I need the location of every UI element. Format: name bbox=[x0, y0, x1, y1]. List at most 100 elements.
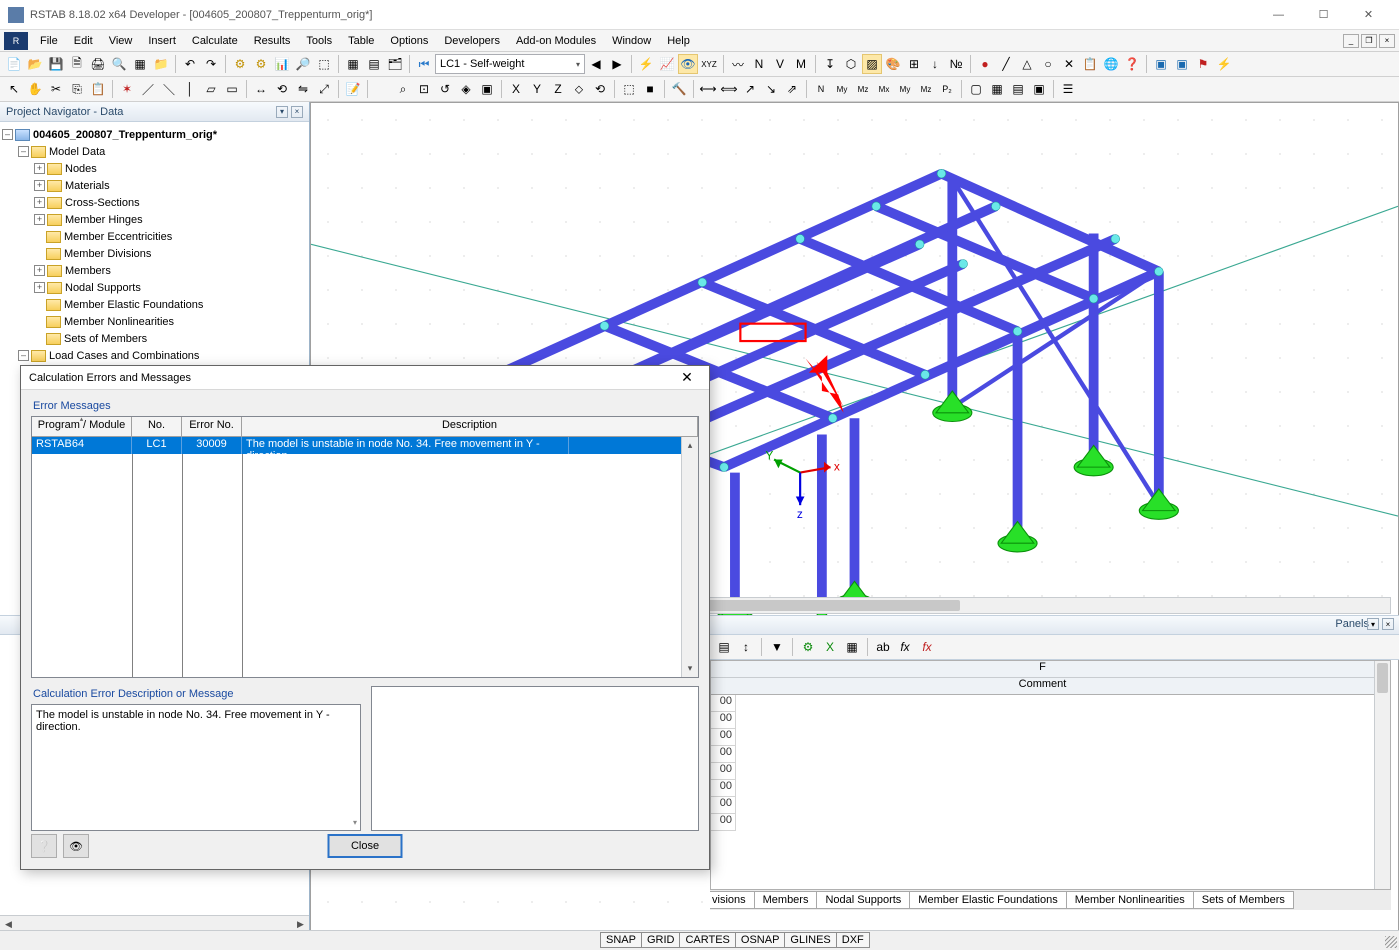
window-new-icon[interactable]: ▢ bbox=[966, 79, 986, 99]
view-x-icon[interactable]: X bbox=[506, 79, 526, 99]
menu-developers[interactable]: Developers bbox=[436, 33, 508, 49]
tree-nonlinearities[interactable]: Member Nonlinearities bbox=[64, 316, 174, 328]
status-osnap-button[interactable]: OSNAP bbox=[735, 932, 786, 948]
guide3-icon[interactable]: ⇗ bbox=[782, 79, 802, 99]
data-table[interactable]: F Comment 00 00 00 00 00 00 00 00 bbox=[710, 660, 1391, 890]
table-cell[interactable]: 00 bbox=[711, 814, 736, 831]
save-as-icon[interactable]: 🗎 bbox=[67, 54, 87, 74]
color-icon[interactable]: 🎨 bbox=[883, 54, 903, 74]
results-icon[interactable]: 📊 bbox=[272, 54, 292, 74]
cross-tool-icon[interactable]: ✕ bbox=[1059, 54, 1079, 74]
menu-window[interactable]: Window bbox=[604, 33, 659, 49]
status-dxf-button[interactable]: DXF bbox=[836, 932, 870, 948]
scale-icon[interactable]: ⤢ bbox=[314, 79, 334, 99]
member-tool-icon[interactable]: ╱ bbox=[996, 54, 1016, 74]
calculate-all-icon[interactable]: ⚙ bbox=[251, 54, 271, 74]
zoom-window-icon[interactable]: ⊡ bbox=[414, 79, 434, 99]
support-reaction-icon[interactable]: ↧ bbox=[820, 54, 840, 74]
label-mz-icon[interactable]: Mz bbox=[853, 79, 873, 99]
label-my2-icon[interactable]: My bbox=[895, 79, 915, 99]
tree-materials[interactable]: Materials bbox=[65, 180, 110, 192]
numbering-icon[interactable]: № bbox=[946, 54, 966, 74]
window-cascade-icon[interactable]: ▤ bbox=[1008, 79, 1028, 99]
new-icon[interactable]: 📄 bbox=[4, 54, 24, 74]
grid-icon[interactable]: ▦ bbox=[343, 54, 363, 74]
tree-nodal-supports[interactable]: Nodal Supports bbox=[65, 282, 141, 294]
v-force-icon[interactable]: V bbox=[770, 54, 790, 74]
maximize-button[interactable]: ☐ bbox=[1301, 0, 1346, 30]
window-close-icon[interactable]: ▣ bbox=[1029, 79, 1049, 99]
error-help-button[interactable]: ❔ bbox=[31, 834, 57, 858]
tree-elastic-found[interactable]: Member Elastic Foundations bbox=[64, 299, 203, 311]
error-eye-button[interactable]: 👁 bbox=[63, 834, 89, 858]
view-iso-icon[interactable]: ⬦ bbox=[569, 79, 589, 99]
error-grid-scrollbar[interactable]: ▴ ▾ bbox=[681, 437, 698, 677]
tree-member-div[interactable]: Member Divisions bbox=[64, 248, 151, 260]
error-col-no[interactable]: No. bbox=[132, 417, 182, 436]
view-z-icon[interactable]: Z bbox=[548, 79, 568, 99]
table-units-icon[interactable]: ab bbox=[873, 637, 893, 657]
sheet-tab-nodal-supports[interactable]: Nodal Supports bbox=[816, 891, 910, 909]
mdi-minimize-button[interactable]: _ bbox=[1343, 34, 1359, 48]
tree-load-cases[interactable]: Load Cases and Combinations bbox=[49, 350, 199, 362]
open-icon[interactable]: 📂 bbox=[25, 54, 45, 74]
loadcase-next-icon[interactable]: ▶ bbox=[607, 54, 627, 74]
table-v-scrollbar[interactable] bbox=[1374, 661, 1390, 889]
table-cell[interactable]: 00 bbox=[711, 695, 736, 712]
mdi-restore-button[interactable]: ❐ bbox=[1361, 34, 1377, 48]
paste-icon[interactable]: 📋 bbox=[88, 79, 108, 99]
navigator-icon[interactable]: 🗂 bbox=[385, 54, 405, 74]
pointer-icon[interactable]: ↖ bbox=[4, 79, 24, 99]
menu-calculate[interactable]: Calculate bbox=[184, 33, 246, 49]
table-cell[interactable]: 00 bbox=[711, 712, 736, 729]
text-icon[interactable]: 📝 bbox=[343, 79, 363, 99]
menu-file[interactable]: File bbox=[32, 33, 66, 49]
calculate-icon[interactable]: ⚙ bbox=[230, 54, 250, 74]
dim-icon[interactable]: ⟷ bbox=[698, 79, 718, 99]
table-export-icon[interactable]: ▦ bbox=[842, 637, 862, 657]
project-icon[interactable]: 📁 bbox=[151, 54, 171, 74]
label-mz2-icon[interactable]: Mz bbox=[916, 79, 936, 99]
surface-insert-icon[interactable]: ▱ bbox=[201, 79, 221, 99]
dialog-close-icon[interactable]: ✕ bbox=[673, 369, 701, 386]
tree-model-data[interactable]: Model Data bbox=[49, 146, 105, 158]
rotate-icon[interactable]: ⟲ bbox=[272, 79, 292, 99]
node-display-icon[interactable]: ⬡ bbox=[841, 54, 861, 74]
table-icon[interactable]: ▤ bbox=[364, 54, 384, 74]
table-edit-icon[interactable]: ▤ bbox=[714, 637, 734, 657]
app-menu-icon[interactable]: R bbox=[4, 32, 28, 50]
move-icon[interactable]: ↔ bbox=[251, 79, 271, 99]
status-cartes-button[interactable]: CARTES bbox=[679, 932, 735, 948]
error-col-program[interactable]: ▴Program / Module bbox=[32, 417, 132, 436]
solid-insert-icon[interactable]: ▭ bbox=[222, 79, 242, 99]
find-icon[interactable]: 🔎 bbox=[293, 54, 313, 74]
deform-icon[interactable]: 〰 bbox=[728, 54, 748, 74]
save-icon[interactable]: 💾 bbox=[46, 54, 66, 74]
panels-close-icon[interactable]: × bbox=[1382, 618, 1394, 630]
table-cell[interactable]: 00 bbox=[711, 763, 736, 780]
section-icon[interactable]: ⊞ bbox=[904, 54, 924, 74]
navigator-pin-icon[interactable]: ▾ bbox=[276, 106, 288, 118]
label-n-icon[interactable]: N bbox=[811, 79, 831, 99]
flag-icon[interactable]: ⚑ bbox=[1193, 54, 1213, 74]
table-cell[interactable]: 00 bbox=[711, 797, 736, 814]
eye-icon[interactable]: 👁 bbox=[678, 54, 698, 74]
tree-nodes[interactable]: Nodes bbox=[65, 163, 97, 175]
menu-options[interactable]: Options bbox=[382, 33, 436, 49]
error-row[interactable]: RSTAB64 LC1 30009 The model is unstable … bbox=[32, 437, 698, 454]
guide2-icon[interactable]: ↘ bbox=[761, 79, 781, 99]
sheet-tab-nonlinearities[interactable]: Member Nonlinearities bbox=[1066, 891, 1194, 909]
status-glines-button[interactable]: GLINES bbox=[784, 932, 836, 948]
label-p-icon[interactable]: P₂ bbox=[937, 79, 957, 99]
copy-icon[interactable]: ⎘ bbox=[67, 79, 87, 99]
solid-view-icon[interactable]: ■ bbox=[640, 79, 660, 99]
module-1-icon[interactable]: ▣ bbox=[1151, 54, 1171, 74]
tree-member-hinges[interactable]: Member Hinges bbox=[65, 214, 143, 226]
pan-icon[interactable]: ✋ bbox=[25, 79, 45, 99]
menu-addon-modules[interactable]: Add-on Modules bbox=[508, 33, 604, 49]
bolt-icon[interactable]: ⚡ bbox=[1214, 54, 1234, 74]
navigator-close-icon[interactable]: × bbox=[291, 106, 303, 118]
sheet-tab-members[interactable]: Members bbox=[754, 891, 818, 909]
show-results-icon[interactable]: 📈 bbox=[657, 54, 677, 74]
tree-members[interactable]: Members bbox=[65, 265, 111, 277]
